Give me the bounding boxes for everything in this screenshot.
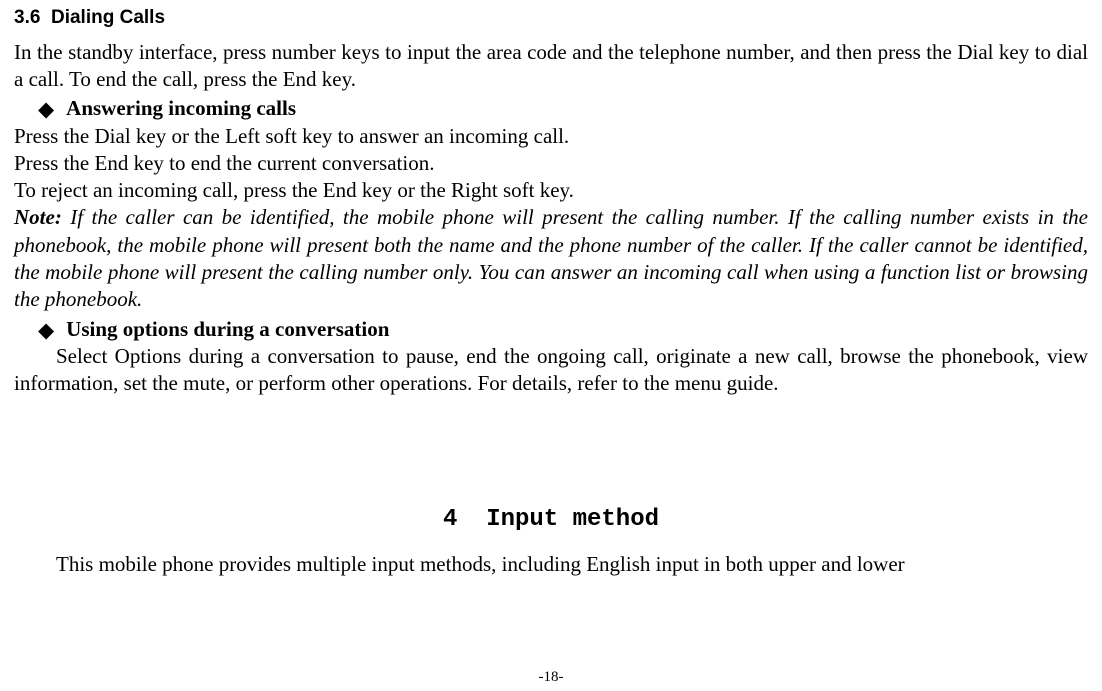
- chapter-heading: 4 Input method: [14, 504, 1088, 535]
- answering-line3: To reject an incoming call, press the En…: [14, 177, 1088, 204]
- section-number: 3.6: [14, 7, 40, 28]
- bullet-title: Using options during a conversation: [66, 316, 389, 343]
- intro-paragraph: In the standby interface, press number k…: [14, 39, 1088, 94]
- bullet-options: ◆ Using options during a conversation: [38, 316, 1088, 343]
- document-page: 3.6 Dialing Calls In the standby interfa…: [0, 0, 1102, 691]
- bullet-title: Answering incoming calls: [66, 95, 296, 122]
- answering-line1: Press the Dial key or the Left soft key …: [14, 123, 1088, 150]
- note-text: If the caller can be identified, the mob…: [14, 205, 1088, 311]
- chapter-title: Input method: [486, 506, 659, 533]
- note-paragraph: Note: If the caller can be identified, t…: [14, 204, 1088, 313]
- options-paragraph: Select Options during a conversation to …: [14, 343, 1088, 398]
- diamond-icon: ◆: [38, 96, 54, 123]
- diamond-icon: ◆: [38, 317, 54, 344]
- section-title: Dialing Calls: [51, 7, 165, 28]
- bullet-answering: ◆ Answering incoming calls: [38, 95, 1088, 122]
- page-number: -18-: [0, 668, 1102, 688]
- chapter-number: 4: [443, 506, 457, 533]
- section-heading: 3.6 Dialing Calls: [14, 6, 1088, 31]
- chapter-intro: This mobile phone provides multiple inpu…: [14, 551, 1088, 578]
- answering-line2: Press the End key to end the current con…: [14, 150, 1088, 177]
- note-label: Note:: [14, 205, 62, 229]
